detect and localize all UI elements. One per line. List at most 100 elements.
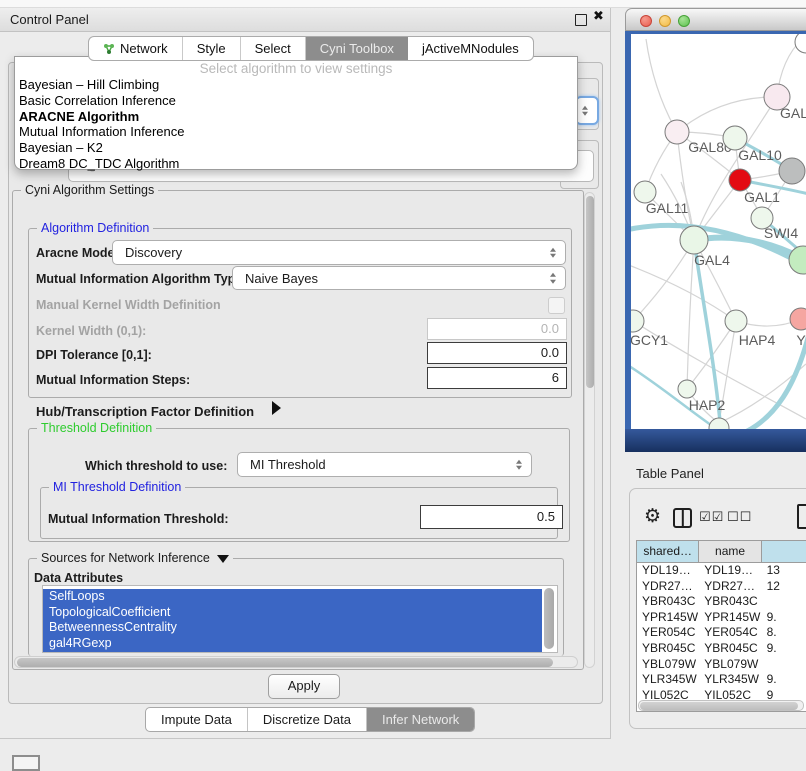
table-cell[interactable]: 9. bbox=[762, 641, 806, 657]
table-row[interactable]: YDL19…YDL19…13 bbox=[637, 563, 806, 579]
close-icon[interactable]: ✖ bbox=[593, 9, 604, 24]
table-cell[interactable]: YBR043C bbox=[699, 594, 761, 610]
network-edge[interactable] bbox=[633, 240, 694, 321]
collapse-arrow-icon[interactable] bbox=[217, 555, 229, 563]
table-cell[interactable]: YDR27… bbox=[699, 579, 761, 595]
tab-select[interactable]: Select bbox=[241, 37, 306, 60]
table-header-cell[interactable]: name bbox=[699, 541, 761, 562]
network-edge[interactable] bbox=[677, 97, 777, 132]
table-cell[interactable]: YBL079W bbox=[637, 657, 699, 673]
table-cell[interactable]: YPR145W bbox=[699, 610, 761, 626]
table-row[interactable]: YBR043CYBR043C bbox=[637, 594, 806, 610]
table-row[interactable]: YBR045CYBR045C9. bbox=[637, 641, 806, 657]
table-row[interactable]: YER054CYER054C8. bbox=[637, 625, 806, 641]
columns-icon[interactable] bbox=[673, 508, 692, 528]
table-row[interactable]: YDR27…YDR27…12 bbox=[637, 579, 806, 595]
gear-icon[interactable]: ⚙ bbox=[644, 505, 661, 527]
network-node-hap4[interactable] bbox=[725, 310, 747, 332]
mi-steps-field[interactable]: 6 bbox=[427, 367, 567, 389]
network-edge[interactable] bbox=[646, 39, 677, 132]
table-row[interactable]: YBL079WYBL079W bbox=[637, 657, 806, 673]
bottom-tab-discretize-data[interactable]: Discretize Data bbox=[248, 708, 367, 731]
table-cell[interactable]: 9. bbox=[762, 672, 806, 688]
network-edge[interactable] bbox=[631, 264, 736, 321]
node-label: SWI4 bbox=[764, 225, 798, 241]
table-cell[interactable]: YBR045C bbox=[699, 641, 761, 657]
algorithm-option[interactable]: Bayesian – K2 bbox=[15, 140, 577, 156]
network-node-hap2[interactable] bbox=[678, 380, 696, 398]
table-cell[interactable] bbox=[762, 657, 806, 673]
settings-vscroll-thumb[interactable] bbox=[586, 196, 594, 388]
table-cell[interactable]: YER054C bbox=[637, 625, 699, 641]
table-row[interactable]: YPR145WYPR145W9. bbox=[637, 610, 806, 626]
settings-hscroll-thumb[interactable] bbox=[17, 658, 553, 667]
network-node-gcy1[interactable] bbox=[631, 310, 644, 332]
mi-threshold-definition-title: MI Threshold Definition bbox=[49, 480, 185, 495]
bottom-tab-infer-network[interactable]: Infer Network bbox=[367, 708, 474, 731]
network-node-gal80[interactable] bbox=[665, 120, 689, 144]
table-cell[interactable]: 12 bbox=[762, 579, 806, 595]
attribute-item-selected[interactable]: gal4RGexp bbox=[43, 636, 542, 652]
table-cell[interactable]: YBR043C bbox=[637, 594, 699, 610]
table-cell[interactable]: YDL19… bbox=[637, 563, 699, 579]
network-node[interactable] bbox=[795, 34, 806, 53]
table-row[interactable]: YLR345WYLR345W9. bbox=[637, 672, 806, 688]
algorithm-option[interactable]: ARACNE Algorithm bbox=[15, 109, 577, 125]
aracne-mode-select[interactable]: Discovery bbox=[112, 240, 566, 265]
bottom-tab-impute-data[interactable]: Impute Data bbox=[146, 708, 248, 731]
network-window-titlebar[interactable] bbox=[625, 8, 806, 31]
algorithm-option[interactable]: Dream8 DC_TDC Algorithm bbox=[15, 156, 577, 172]
algorithm-option[interactable]: Basic Correlation Inference bbox=[15, 93, 577, 109]
tab-style[interactable]: Style bbox=[183, 37, 241, 60]
table-cell[interactable]: YBL079W bbox=[699, 657, 761, 673]
table-cell[interactable]: YER054C bbox=[699, 625, 761, 641]
float-window-icon[interactable] bbox=[575, 14, 587, 26]
table-cell[interactable]: YLR345W bbox=[699, 672, 761, 688]
attribute-item-selected[interactable]: BetweennessCentrality bbox=[43, 620, 542, 636]
algorithm-option[interactable]: Mutual Information Inference bbox=[15, 124, 577, 140]
network-view-canvas[interactable]: GALGAL80GAL10GAL1SWI4GAL11GAL4GCY1HAP4YH… bbox=[631, 34, 806, 429]
which-threshold-select[interactable]: MI Threshold bbox=[237, 452, 532, 477]
network-edge[interactable] bbox=[719, 364, 806, 423]
focused-combo-spinner[interactable] bbox=[575, 96, 599, 125]
mi-type-select[interactable]: Naive Bayes bbox=[232, 266, 566, 290]
table-cell[interactable]: YDL19… bbox=[699, 563, 761, 579]
table-hscroll-thumb[interactable] bbox=[640, 702, 798, 710]
dpi-tolerance-field[interactable]: 0.0 bbox=[427, 342, 567, 364]
tab-network[interactable]: Network bbox=[89, 37, 183, 60]
table-cell[interactable]: 8. bbox=[762, 625, 806, 641]
mi-threshold-field[interactable]: 0.5 bbox=[420, 505, 563, 529]
mac-zoom-icon[interactable] bbox=[678, 15, 690, 27]
table-cell[interactable] bbox=[762, 594, 806, 610]
select-all-checkboxes-icon[interactable]: ☑☑ bbox=[699, 510, 724, 525]
expand-arrow-icon[interactable] bbox=[272, 401, 281, 415]
table-cell[interactable]: YPR145W bbox=[637, 610, 699, 626]
document-icon-partial[interactable] bbox=[797, 504, 806, 529]
attribute-item-selected[interactable]: SelfLoops bbox=[43, 589, 542, 605]
table-cell[interactable]: YDR27… bbox=[637, 579, 699, 595]
table-cell[interactable]: 13 bbox=[762, 563, 806, 579]
data-attributes-list[interactable]: SelfLoopsTopologicalCoefficientBetweenne… bbox=[42, 585, 558, 653]
table-cell[interactable]: YBR045C bbox=[637, 641, 699, 657]
network-node[interactable] bbox=[779, 158, 805, 184]
attribute-item-selected[interactable]: TopologicalCoefficient bbox=[43, 605, 542, 621]
tab-cyni-toolbox[interactable]: Cyni Toolbox bbox=[306, 37, 408, 60]
apply-button[interactable]: Apply bbox=[268, 674, 340, 699]
mac-minimize-icon[interactable] bbox=[659, 15, 671, 27]
algorithm-option[interactable]: Bayesian – Hill Climbing bbox=[15, 77, 577, 93]
table-cell[interactable]: YLR345W bbox=[637, 672, 699, 688]
table-header-cell[interactable]: shared… bbox=[637, 541, 699, 562]
tab-jactivemnodules[interactable]: jActiveMNodules bbox=[408, 37, 533, 60]
network-node-y[interactable] bbox=[790, 308, 806, 330]
network-edge-highlighted[interactable] bbox=[741, 334, 806, 429]
bottom-left-partial-icon[interactable] bbox=[12, 755, 40, 771]
attributes-list-vscroll-thumb[interactable] bbox=[544, 588, 554, 649]
table-cell[interactable]: 9. bbox=[762, 610, 806, 626]
table-rows: YDL19…YDL19…13YDR27…YDR27…12YBR043CYBR04… bbox=[637, 563, 806, 703]
network-edge[interactable] bbox=[687, 240, 694, 389]
deselect-all-checkboxes-icon[interactable]: ☐☐ bbox=[727, 510, 752, 525]
table-header-cell[interactable] bbox=[762, 541, 806, 562]
network-node-gal4[interactable] bbox=[680, 226, 708, 254]
mac-close-icon[interactable] bbox=[640, 15, 652, 27]
network-node-gal1[interactable] bbox=[729, 169, 751, 191]
